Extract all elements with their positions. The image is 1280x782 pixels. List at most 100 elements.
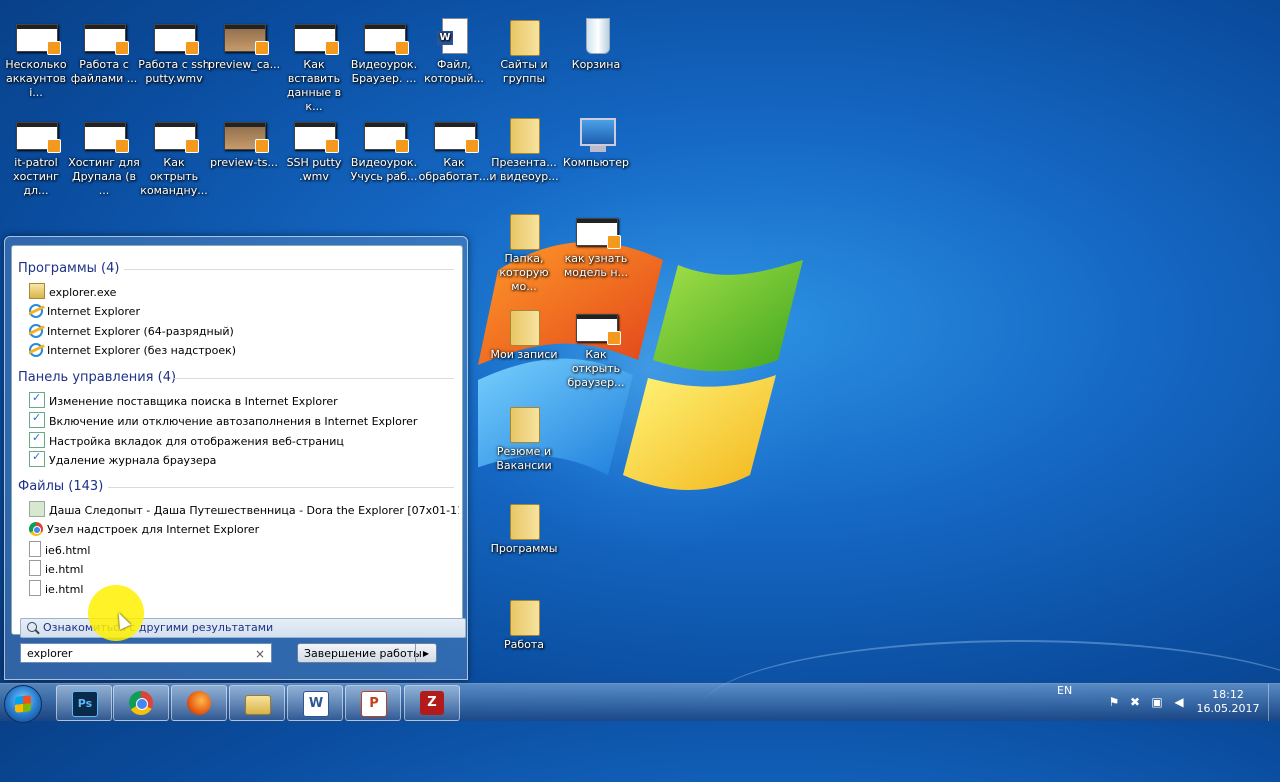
desktop-icon[interactable]: preview-ts... (208, 116, 280, 170)
taskbar-chrome-button[interactable] (113, 685, 169, 721)
photo-thumb-icon (222, 18, 269, 55)
desktop-icon[interactable]: Хостинг для Друпала (в ... (68, 116, 140, 198)
desktop-icon-label: Мои записи (490, 348, 558, 361)
desktop-icon[interactable]: Файл,который... (418, 18, 490, 86)
see-more-results-label: Ознакомиться с другими результатами (43, 621, 274, 634)
control-result-item[interactable]: Удаление журнала браузера (29, 451, 459, 469)
files-result-item[interactable]: Узел надстроек для Internet Explorer (29, 521, 459, 539)
video-thumb-icon (152, 18, 199, 55)
clear-search-icon[interactable]: × (255, 644, 265, 664)
desktop-icon[interactable]: Видеоурок. Браузер. ... (348, 18, 420, 86)
desktop-icon[interactable]: Работа с файлами ... (68, 18, 140, 86)
desktop-icon-label: Сайты и (500, 58, 548, 71)
filezilla-icon: Z (420, 691, 444, 715)
desktop-icon[interactable]: как узнать модель н... (560, 212, 632, 280)
start-button[interactable] (4, 685, 42, 723)
control-panel-header[interactable]: Панель управления (4) (18, 370, 176, 385)
desktop-icon[interactable]: Резюме и Вакансии (488, 405, 560, 473)
desktop-icon-label: Видеоурок. (350, 58, 418, 71)
programs-header[interactable]: Программы (4) (18, 261, 119, 276)
desktop-icon[interactable]: Видеоурок. Учусь раб... (348, 116, 420, 184)
clock-time: 18:12 (1212, 688, 1244, 701)
result-label: Узел надстроек для Internet Explorer (47, 522, 260, 536)
folder-icon-graphic (510, 214, 540, 250)
video-thumb-icon-graphic (16, 122, 61, 153)
desktop-icon-label: preview-ts... (210, 156, 278, 169)
volume-icon[interactable]: ◀ (1173, 696, 1185, 708)
html-file-icon (29, 560, 41, 577)
desktop-icon[interactable]: Работа (488, 598, 560, 652)
files-header[interactable]: Файлы (143) (18, 479, 103, 494)
desktop-icon[interactable]: Мои записи (488, 308, 560, 362)
taskbar-word-button[interactable]: W (287, 685, 343, 721)
files-result-item[interactable]: Даша Следопыт - Даша Путешественница - D… (29, 501, 459, 519)
start-menu: Программы (4) explorer.exe Internet Explo… (4, 236, 468, 680)
taskbar-firefox-button[interactable] (171, 685, 227, 721)
result-label: ie.html (45, 563, 84, 577)
taskbar: Ps W P Z EN ⚑ ✖ ▣ ◀ 18:12 16.05.2017 (0, 683, 1280, 723)
desktop-icon[interactable]: Компьютер (560, 116, 632, 170)
see-more-results-button[interactable]: Ознакомиться с другими результатами (20, 618, 466, 638)
shutdown-options-arrow-icon[interactable]: ▶ (415, 644, 436, 662)
system-clock[interactable]: 18:12 16.05.2017 (1196, 688, 1260, 716)
video-thumb-icon-graphic (84, 122, 129, 153)
programs-result-item[interactable]: Internet Explorer (без надстроек) (29, 342, 459, 360)
desktop-icon[interactable]: Презента... и видеоур... (488, 116, 560, 184)
desktop-icon-label: Хостинг для (68, 156, 140, 169)
desktop-icon[interactable]: Как обработат... (418, 116, 490, 184)
desktop-icon-label: хостинг дл... (13, 170, 59, 197)
taskbar-powerpoint-button[interactable]: P (345, 685, 401, 721)
firefox-icon (187, 691, 211, 715)
programs-result-item[interactable]: Internet Explorer (29, 303, 459, 321)
desktop-icon[interactable]: Как октрыть командну... (138, 116, 210, 198)
desktop-icon[interactable]: Сайты и группы (488, 18, 560, 86)
video-thumb-icon-graphic (84, 24, 129, 55)
files-result-item[interactable]: ie6.html (29, 540, 459, 559)
desktop-icon[interactable]: it-patrol хостинг дл... (0, 116, 72, 198)
media-file-icon (29, 501, 45, 517)
desktop-icon[interactable]: Как вставить данные в к... (278, 18, 350, 114)
control-result-item[interactable]: Настройка вкладок для отображения веб-ст… (29, 431, 459, 450)
desktop-icon[interactable]: SSH putty .wmv (278, 116, 350, 184)
desktop-icon[interactable]: Программы (488, 502, 560, 556)
internet-explorer-icon (29, 303, 43, 318)
video-thumb-icon-graphic (434, 122, 479, 153)
show-desktop-button[interactable] (1268, 684, 1280, 721)
start-search-input[interactable]: explorer × (20, 643, 272, 663)
language-indicator[interactable]: EN (1057, 684, 1072, 721)
folder-icon (502, 598, 546, 636)
recycle-bin-icon (574, 18, 618, 54)
desktop-icon-label: Как октрыть (149, 156, 199, 183)
action-center-flag-icon[interactable]: ⚑ (1108, 696, 1120, 708)
desktop-icon-label: Вакансии (496, 459, 552, 472)
word-doc-icon-graphic (437, 18, 468, 54)
result-label: Настройка вкладок для отображения веб-ст… (49, 434, 344, 448)
folder-icon (502, 308, 546, 346)
desktop-icon[interactable]: Работа с ssh putty.wmv (138, 18, 210, 86)
network-icon[interactable]: ▣ (1151, 696, 1163, 708)
desktop-icon-label: файлами ... (70, 72, 138, 85)
desktop-icon[interactable]: preview_ca... (208, 18, 280, 72)
desktop-icon[interactable]: Папка, которую мо... (488, 212, 560, 294)
desktop-icon[interactable]: Несколько аккаунтов i... (0, 18, 72, 100)
video-thumb-icon (432, 116, 479, 153)
result-label: ie6.html (45, 543, 91, 557)
result-label: Internet Explorer (без надстроек) (47, 344, 237, 358)
folder-icon (502, 405, 546, 443)
programs-result-item[interactable]: Internet Explorer (64-разрядный) (29, 323, 459, 341)
desktop-icon-label: которую мо... (499, 266, 549, 293)
desktop-icon[interactable]: Корзина (560, 18, 632, 72)
video-thumb-icon-graphic (576, 314, 621, 345)
desktop-icon[interactable]: Как открыть браузер... (560, 308, 632, 390)
taskbar-explorer-button[interactable] (229, 685, 285, 721)
programs-result-item[interactable]: explorer.exe (29, 283, 459, 301)
taskbar-filezilla-button[interactable]: Z (404, 685, 460, 721)
taskbar-photoshop-button[interactable]: Ps (56, 685, 112, 721)
video-thumb-icon (574, 212, 621, 249)
files-result-item[interactable]: ie.html (29, 560, 459, 578)
control-result-item[interactable]: Включение или отключение автозаполнения … (29, 411, 459, 430)
shutdown-button[interactable]: Завершение работы ▶ (297, 643, 437, 663)
control-result-item[interactable]: Изменение поставщика поиска в Internet E… (29, 392, 459, 410)
security-icon[interactable]: ✖ (1129, 696, 1141, 708)
video-thumb-icon-graphic (154, 24, 199, 55)
